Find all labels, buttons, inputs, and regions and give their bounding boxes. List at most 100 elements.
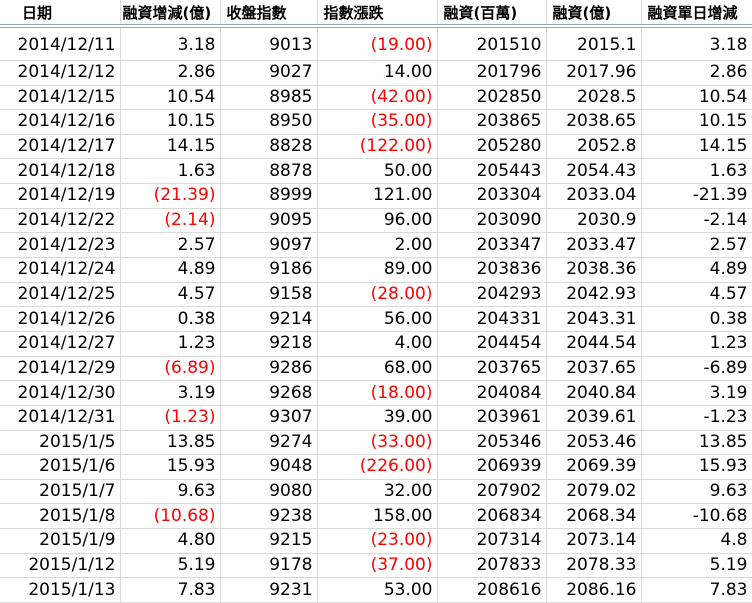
margin-millions-cell[interactable]: 204331 <box>437 306 547 332</box>
margin-change-cell[interactable]: 4.57 <box>120 282 221 308</box>
index-change-cell[interactable]: 39.00 <box>317 405 438 431</box>
daily-change-cell[interactable]: -2.14 <box>641 208 752 234</box>
margin-change-cell[interactable]: (1.23) <box>120 405 221 431</box>
margin-change-cell[interactable]: 15.93 <box>120 454 221 480</box>
margin-change-cell[interactable]: 1.63 <box>120 158 221 185</box>
index-change-cell[interactable]: (19.00) <box>317 26 438 61</box>
close-index-cell[interactable]: 9238 <box>220 503 318 530</box>
index-change-cell[interactable]: 14.00 <box>317 60 438 86</box>
close-index-cell[interactable]: 9274 <box>220 430 318 456</box>
margin-change-cell[interactable]: (2.14) <box>120 208 221 234</box>
margin-change-cell[interactable]: (10.68) <box>120 503 221 530</box>
margin-billions-cell[interactable]: 2078.33 <box>546 553 642 579</box>
date-cell[interactable]: 2014/12/16 <box>0 109 121 135</box>
close-index-cell[interactable]: 9218 <box>220 331 318 357</box>
daily-change-cell[interactable]: 14.15 <box>641 134 752 160</box>
index-change-cell[interactable]: (42.00) <box>317 85 438 111</box>
close-index-cell[interactable]: 9048 <box>220 454 318 480</box>
close-index-cell[interactable]: 9186 <box>220 257 318 283</box>
index-change-cell[interactable]: 32.00 <box>317 479 438 505</box>
margin-billions-cell[interactable]: 2039.61 <box>546 405 642 431</box>
date-cell[interactable]: 2014/12/12 <box>0 60 121 86</box>
margin-millions-cell[interactable]: 203304 <box>437 183 547 209</box>
margin-change-cell[interactable]: 2.86 <box>120 60 221 86</box>
margin-billions-cell[interactable]: 2017.96 <box>546 60 642 86</box>
daily-change-cell[interactable]: 7.83 <box>641 577 752 603</box>
date-cell[interactable]: 2015/1/6 <box>0 454 121 480</box>
margin-billions-cell[interactable]: 2053.46 <box>546 430 642 456</box>
date-cell[interactable]: 2015/1/12 <box>0 553 121 579</box>
daily-change-cell[interactable]: 3.19 <box>641 380 752 406</box>
date-cell[interactable]: 2014/12/29 <box>0 356 121 382</box>
date-cell[interactable]: 2014/12/22 <box>0 208 121 234</box>
margin-billions-cell[interactable]: 2044.54 <box>546 331 642 357</box>
index-change-cell[interactable]: (23.00) <box>317 528 438 554</box>
date-cell[interactable]: 2014/12/18 <box>0 158 121 185</box>
margin-millions-cell[interactable]: 208616 <box>437 577 547 603</box>
margin-change-cell[interactable]: 14.15 <box>120 134 221 160</box>
margin-millions-cell[interactable]: 202850 <box>437 85 547 111</box>
close-index-cell[interactable]: 9097 <box>220 232 318 259</box>
margin-billions-cell[interactable]: 2043.31 <box>546 306 642 332</box>
close-index-cell[interactable]: 8878 <box>220 158 318 185</box>
close-index-cell[interactable]: 8828 <box>220 134 318 160</box>
margin-billions-cell[interactable]: 2030.9 <box>546 208 642 234</box>
close-index-cell[interactable]: 9215 <box>220 528 318 554</box>
daily-change-cell[interactable]: 5.19 <box>641 553 752 579</box>
margin-millions-cell[interactable]: 201510 <box>437 26 547 61</box>
date-cell[interactable]: 2014/12/25 <box>0 282 121 308</box>
daily-change-cell[interactable]: 4.57 <box>641 282 752 308</box>
margin-billions-cell[interactable]: 2033.47 <box>546 232 642 259</box>
margin-billions-cell[interactable]: 2028.5 <box>546 85 642 111</box>
date-cell[interactable]: 2014/12/19 <box>0 183 121 209</box>
margin-millions-cell[interactable]: 204084 <box>437 380 547 406</box>
column-header-index-change[interactable]: 指數漲跌 <box>317 0 438 28</box>
margin-change-cell[interactable]: 10.54 <box>120 85 221 111</box>
daily-change-cell[interactable]: 2.57 <box>641 232 752 259</box>
date-cell[interactable]: 2015/1/9 <box>0 528 121 554</box>
margin-millions-cell[interactable]: 203090 <box>437 208 547 234</box>
index-change-cell[interactable]: 96.00 <box>317 208 438 234</box>
close-index-cell[interactable]: 9307 <box>220 405 318 431</box>
margin-millions-cell[interactable]: 207902 <box>437 479 547 505</box>
close-index-cell[interactable]: 9027 <box>220 60 318 86</box>
margin-change-cell[interactable]: 9.63 <box>120 479 221 505</box>
margin-millions-cell[interactable]: 203865 <box>437 109 547 135</box>
index-change-cell[interactable]: 68.00 <box>317 356 438 382</box>
close-index-cell[interactable]: 9178 <box>220 553 318 579</box>
daily-change-cell[interactable]: 0.38 <box>641 306 752 332</box>
margin-change-cell[interactable]: (6.89) <box>120 356 221 382</box>
date-cell[interactable]: 2015/1/5 <box>0 430 121 456</box>
index-change-cell[interactable]: 2.00 <box>317 232 438 259</box>
margin-change-cell[interactable]: 3.18 <box>120 26 221 61</box>
date-cell[interactable]: 2014/12/11 <box>0 26 121 61</box>
index-change-cell[interactable]: 56.00 <box>317 306 438 332</box>
margin-change-cell[interactable]: 0.38 <box>120 306 221 332</box>
margin-millions-cell[interactable]: 207314 <box>437 528 547 554</box>
column-header-margin-billions[interactable]: 融資(億) <box>546 0 642 28</box>
index-change-cell[interactable]: (18.00) <box>317 380 438 406</box>
close-index-cell[interactable]: 9286 <box>220 356 318 382</box>
date-cell[interactable]: 2014/12/17 <box>0 134 121 160</box>
date-cell[interactable]: 2015/1/8 <box>0 503 121 530</box>
close-index-cell[interactable]: 9214 <box>220 306 318 332</box>
margin-millions-cell[interactable]: 205443 <box>437 158 547 185</box>
index-change-cell[interactable]: 50.00 <box>317 158 438 185</box>
daily-change-cell[interactable]: 15.93 <box>641 454 752 480</box>
margin-change-cell[interactable]: (21.39) <box>120 183 221 209</box>
margin-millions-cell[interactable]: 204454 <box>437 331 547 357</box>
daily-change-cell[interactable]: 13.85 <box>641 430 752 456</box>
index-change-cell[interactable]: 121.00 <box>317 183 438 209</box>
date-cell[interactable]: 2014/12/30 <box>0 380 121 406</box>
column-header-margin-millions[interactable]: 融資(百萬) <box>437 0 547 28</box>
margin-change-cell[interactable]: 4.89 <box>120 257 221 283</box>
close-index-cell[interactable]: 9268 <box>220 380 318 406</box>
margin-billions-cell[interactable]: 2086.16 <box>546 577 642 603</box>
margin-millions-cell[interactable]: 203347 <box>437 232 547 259</box>
margin-billions-cell[interactable]: 2033.04 <box>546 183 642 209</box>
margin-billions-cell[interactable]: 2069.39 <box>546 454 642 480</box>
margin-millions-cell[interactable]: 205280 <box>437 134 547 160</box>
daily-change-cell[interactable]: 10.15 <box>641 109 752 135</box>
daily-change-cell[interactable]: 4.89 <box>641 257 752 283</box>
index-change-cell[interactable]: (122.00) <box>317 134 438 160</box>
